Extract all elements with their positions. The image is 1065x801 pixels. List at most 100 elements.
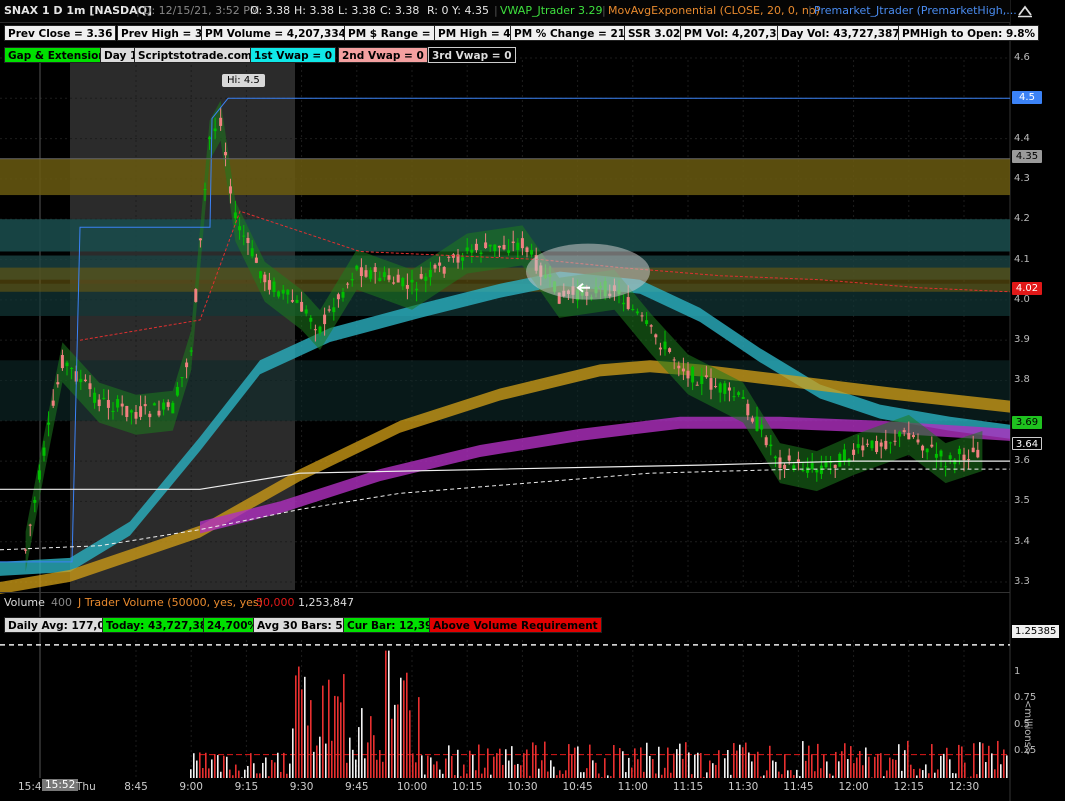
candle: [658, 347, 662, 350]
candle: [976, 449, 980, 458]
premarket-study-label[interactable]: Premarket_Jtrader (PremarketHigh,...: [814, 4, 1017, 17]
candle: [65, 362, 69, 367]
time-tick-label: 10:00: [396, 781, 428, 793]
candle: [419, 274, 423, 279]
volume-bar: [922, 770, 924, 778]
volume-bar: [514, 764, 516, 778]
volume-bar: [643, 771, 645, 778]
candle: [815, 469, 819, 473]
candle: [755, 416, 759, 431]
settings-icon[interactable]: [1016, 4, 1034, 18]
candle: [213, 128, 217, 132]
bar-close: C: 3.38: [380, 4, 420, 17]
volume-bar: [442, 773, 444, 778]
bar-yclose: Y: 4.35: [452, 4, 489, 17]
volume-bar: [589, 744, 591, 778]
volume-bar: [991, 753, 993, 778]
volume-bar: [694, 754, 696, 778]
candle: [392, 282, 396, 284]
volume-bar: [454, 775, 456, 778]
volume-bar: [583, 772, 585, 778]
chart-canvas[interactable]: [0, 0, 1065, 801]
time-tick-label: 10:45: [562, 781, 593, 793]
volume-bar: [805, 760, 807, 778]
candle: [242, 235, 246, 237]
ma-price-tag: 3.69: [1012, 416, 1042, 429]
jtrader-volume-label[interactable]: J Trader Volume (50000, yes, yes): [78, 596, 263, 609]
candle: [246, 237, 250, 244]
price-tick-label: 3.4: [1014, 535, 1030, 547]
candle: [106, 399, 110, 408]
volume-bar: [931, 744, 933, 778]
candle: [129, 410, 133, 413]
candle: [37, 470, 41, 480]
candle: [497, 245, 501, 248]
volume-bar: [883, 776, 885, 778]
candle: [125, 405, 129, 417]
candle: [120, 403, 124, 407]
candle: [93, 392, 97, 403]
volume-bar: [772, 760, 774, 778]
volume-bar: [1003, 749, 1005, 778]
volume-bar: [451, 756, 453, 778]
candle: [42, 447, 46, 456]
vwap-study-label[interactable]: VWAP_Jtrader: [500, 4, 575, 17]
candle: [635, 311, 639, 314]
volume-bar: [673, 753, 675, 778]
volume-bar: [886, 770, 888, 778]
candle: [769, 444, 773, 447]
ema-study-label[interactable]: MovAvgExponential (CLOSE, 20, 0, no): [608, 4, 820, 17]
candle: [852, 449, 856, 455]
candle: [447, 256, 451, 258]
volume-bar: [412, 753, 414, 778]
candle: [493, 244, 497, 252]
candle: [916, 439, 920, 443]
volume-bar: [463, 764, 465, 778]
candle: [479, 252, 483, 254]
volume-bar: [571, 754, 573, 778]
candle: [378, 277, 382, 282]
divider: |: [136, 4, 140, 17]
volume-bar: [388, 650, 390, 778]
candle: [704, 375, 708, 378]
volume-bar: [460, 776, 462, 778]
volume-label[interactable]: Volume: [4, 596, 45, 609]
volume-bar: [856, 757, 858, 778]
volume-bar: [628, 757, 630, 778]
vwap-study-value: 3.29: [578, 4, 603, 17]
candle: [810, 463, 814, 470]
candle: [219, 117, 223, 126]
candle: [787, 455, 791, 461]
volume-tick-label: 0.75: [1014, 692, 1037, 704]
candle: [336, 294, 340, 300]
volume-bar: [724, 758, 726, 778]
volume-bar: [304, 676, 306, 778]
volume-bar: [757, 751, 759, 778]
candle: [401, 277, 405, 287]
volume-bar: [349, 737, 351, 778]
volume-bar: [1000, 764, 1002, 778]
volume-bar: [976, 774, 978, 778]
volume-bar: [598, 773, 600, 778]
volume-bar: [811, 754, 813, 778]
volume-bar: [409, 710, 411, 778]
candle: [162, 402, 166, 410]
candle: [718, 383, 722, 393]
volume-bar: [487, 748, 489, 778]
candle: [934, 453, 938, 458]
candle: [911, 435, 915, 438]
volume-bar: [748, 752, 750, 778]
symbol-label[interactable]: SNAX 1 D 1m [NASDAQ]: [4, 4, 152, 17]
candle: [516, 242, 520, 250]
volume-bar: [208, 768, 210, 778]
candle: [865, 443, 869, 445]
volume-bar: [340, 702, 342, 778]
candle: [382, 272, 386, 278]
candle: [433, 264, 437, 269]
candle: [83, 379, 87, 382]
volume-bar: [325, 743, 327, 778]
volume-bar: [577, 746, 579, 778]
chart-window: SNAX 1 D 1m [NASDAQ] | D: 12/15/21, 3:52…: [0, 0, 1065, 801]
candle: [470, 249, 474, 253]
volume-bar: [730, 774, 732, 778]
